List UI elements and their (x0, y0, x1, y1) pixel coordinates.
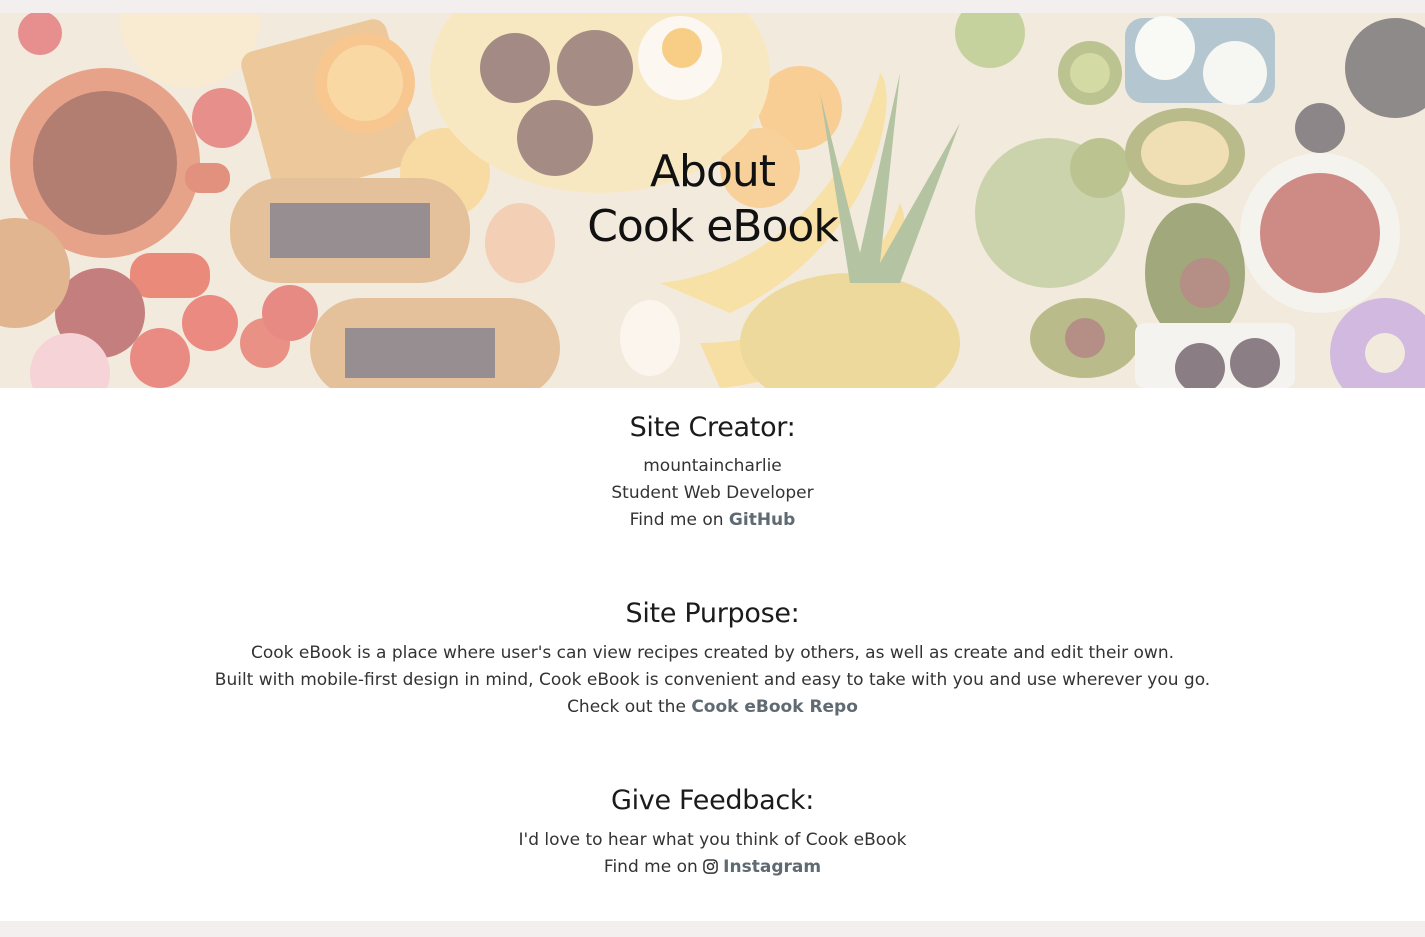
purpose-line-1: Cook eBook is a place where user's can v… (250, 643, 1175, 663)
creator-github-prefix: Find me on (629, 510, 729, 530)
feedback-line-1: I'd love to hear what you think of Cook … (518, 830, 907, 850)
instagram-link[interactable]: Instagram (703, 857, 821, 877)
site-creator-section: Site Creator: mountaincharlie Student We… (0, 410, 1425, 534)
github-link[interactable]: GitHub (729, 510, 795, 530)
instagram-icon (703, 856, 718, 883)
site-creator-heading: Site Creator: (629, 412, 796, 443)
top-strip (0, 0, 1425, 13)
creator-github-line: Find me on GitHub (0, 507, 1425, 534)
purpose-line-2: Built with mobile-first design in mind, … (214, 670, 1211, 690)
creator-role: Student Web Developer (611, 483, 814, 503)
creator-username: mountaincharlie (643, 456, 782, 476)
repo-link[interactable]: Cook eBook Repo (691, 697, 858, 717)
page-title: About Cook eBook (0, 144, 1425, 254)
instagram-link-label: Instagram (723, 857, 822, 877)
site-purpose-heading: Site Purpose: (625, 598, 800, 629)
purpose-repo-prefix: Check out the (567, 697, 692, 717)
give-feedback-section: Give Feedback: I'd love to hear what you… (0, 783, 1425, 883)
feedback-instagram-prefix: Find me on (603, 857, 704, 877)
feedback-instagram-line: Find me on Instagram (0, 854, 1425, 883)
give-feedback-heading: Give Feedback: (610, 785, 815, 816)
page-title-line1: About (649, 146, 776, 197)
purpose-repo-line: Check out the Cook eBook Repo (0, 694, 1425, 721)
footer-strip (0, 921, 1425, 937)
site-purpose-section: Site Purpose: Cook eBook is a place wher… (0, 596, 1425, 721)
page-title-line2: Cook eBook (587, 201, 839, 252)
hero-banner: About Cook eBook (0, 13, 1425, 388)
